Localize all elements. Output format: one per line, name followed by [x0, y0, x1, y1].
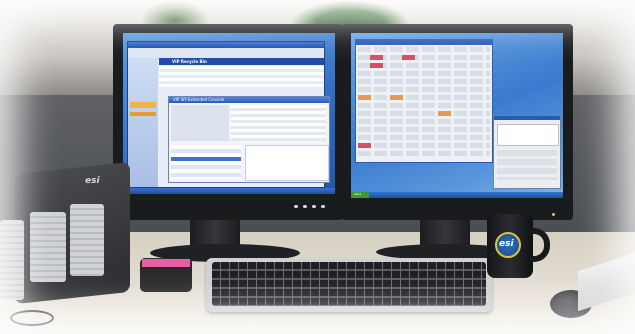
office-desk-photo: VIP Recycle Bin VIP SPI Extended Console: [0, 0, 635, 334]
photo-vignette: [0, 0, 635, 334]
